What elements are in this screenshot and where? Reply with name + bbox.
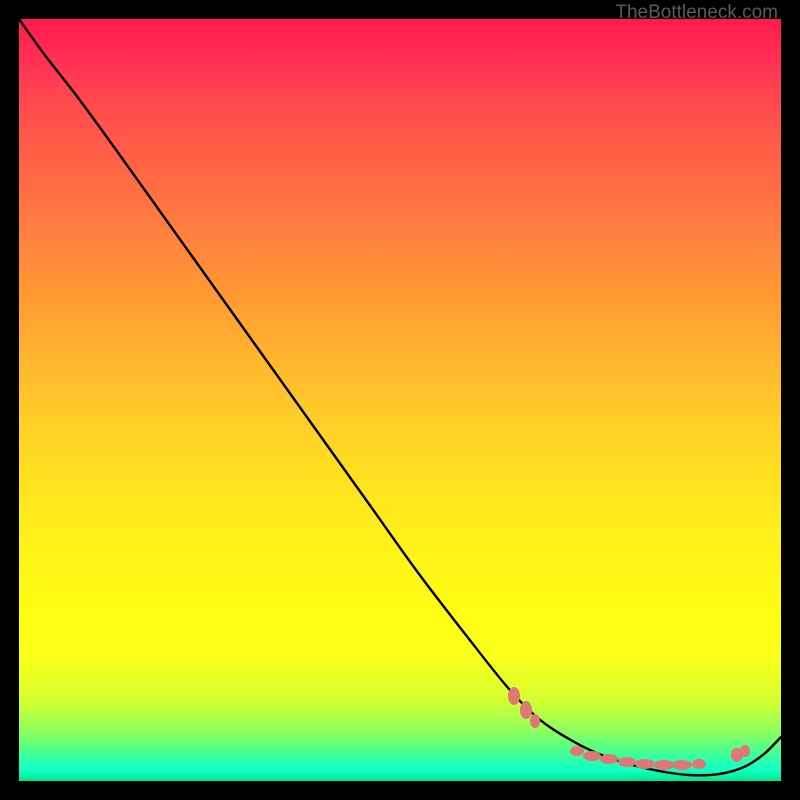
data-point — [520, 701, 532, 719]
data-point — [672, 760, 692, 770]
data-point — [530, 714, 540, 728]
watermark-text: TheBottleneck.com — [615, 2, 778, 24]
chart-svg — [19, 19, 781, 781]
data-point — [618, 757, 636, 767]
data-point — [600, 754, 618, 764]
data-point — [692, 759, 706, 769]
plot-area — [19, 19, 781, 781]
data-point — [583, 751, 601, 761]
chart-container: TheBottleneck.com — [0, 0, 800, 800]
data-point — [635, 759, 655, 769]
bottleneck-curve — [19, 19, 781, 775]
data-point — [654, 760, 674, 770]
data-point — [570, 746, 584, 756]
data-point — [740, 745, 750, 757]
data-point-markers — [508, 687, 750, 770]
data-point — [508, 687, 520, 705]
